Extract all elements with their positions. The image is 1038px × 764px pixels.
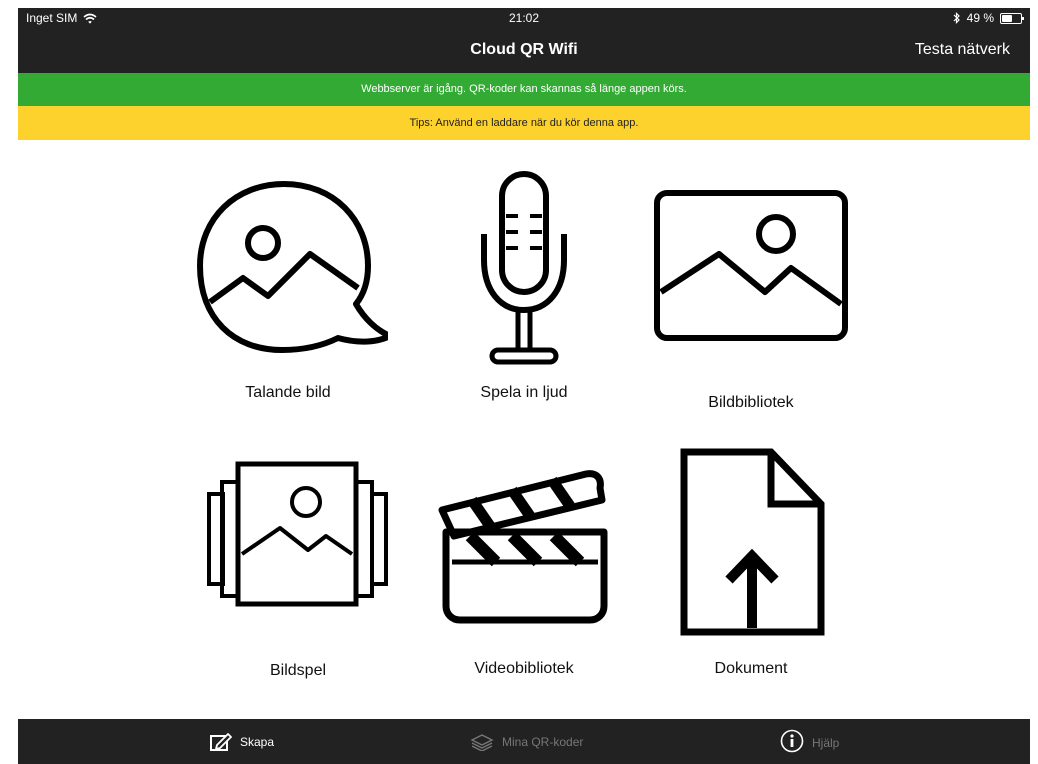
tab-label: Mina QR-koder <box>502 735 584 749</box>
server-status-banner: Webbserver är igång. QR-koder kan skanna… <box>18 73 1030 106</box>
tab-label: Skapa <box>240 735 275 749</box>
app-screen: Inget SIM 21:02 49 % Cloud QR Wifi Testa… <box>18 8 1030 764</box>
navigation-bar: Cloud QR Wifi Testa nätverk <box>18 28 1030 73</box>
tile-spela-in-ljud[interactable]: Spela in ljud <box>424 170 624 410</box>
tip-banner: Tips: Använd en laddare när du kör denna… <box>18 106 1030 140</box>
talking-image-icon <box>197 181 388 353</box>
tile-label: Bildspel <box>269 662 327 679</box>
image-library-icon <box>654 190 848 341</box>
microphone-icon <box>481 171 567 365</box>
test-network-button[interactable]: Testa nätverk <box>915 41 1010 59</box>
tile-label: Bildbibliotek <box>708 394 794 411</box>
tile-label: Talande bild <box>245 384 331 401</box>
tile-label: Videobibliotek <box>474 660 574 677</box>
tile-talande-bild[interactable]: Talande bild <box>188 160 388 410</box>
status-bar: Inget SIM 21:02 49 % <box>18 8 1030 28</box>
status-right: 49 % <box>953 11 1024 25</box>
tile-bildspel[interactable]: Bildspel <box>198 460 398 680</box>
tile-label: Spela in ljud <box>480 384 568 401</box>
nav-title: Cloud QR Wifi <box>470 41 578 58</box>
document-upload-icon <box>680 448 825 636</box>
tab-label: Hjälp <box>812 736 840 750</box>
edit-icon <box>210 733 232 751</box>
tile-label: Dokument <box>714 660 788 677</box>
status-time: 21:02 <box>508 11 540 25</box>
tab-skapa[interactable]: Skapa <box>210 733 274 751</box>
tab-bar: Skapa Mina QR-koder Hjälp <box>18 719 1030 764</box>
battery-icon <box>1000 12 1024 24</box>
tab-mina-qr-koder[interactable]: Mina QR-koder <box>470 733 583 751</box>
layers-icon <box>470 734 494 751</box>
tile-dokument[interactable]: Dokument <box>651 448 851 680</box>
tab-hjalp[interactable]: Hjälp <box>780 729 840 753</box>
battery-percent: 49 % <box>966 11 994 25</box>
clapperboard-icon <box>438 470 608 624</box>
tile-bildbibliotek[interactable]: Bildbibliotek <box>651 188 851 411</box>
tile-videobibliotek[interactable]: Videobibliotek <box>424 470 624 680</box>
slideshow-icon <box>207 461 388 607</box>
info-icon <box>780 729 804 753</box>
bluetooth-icon <box>953 12 960 24</box>
